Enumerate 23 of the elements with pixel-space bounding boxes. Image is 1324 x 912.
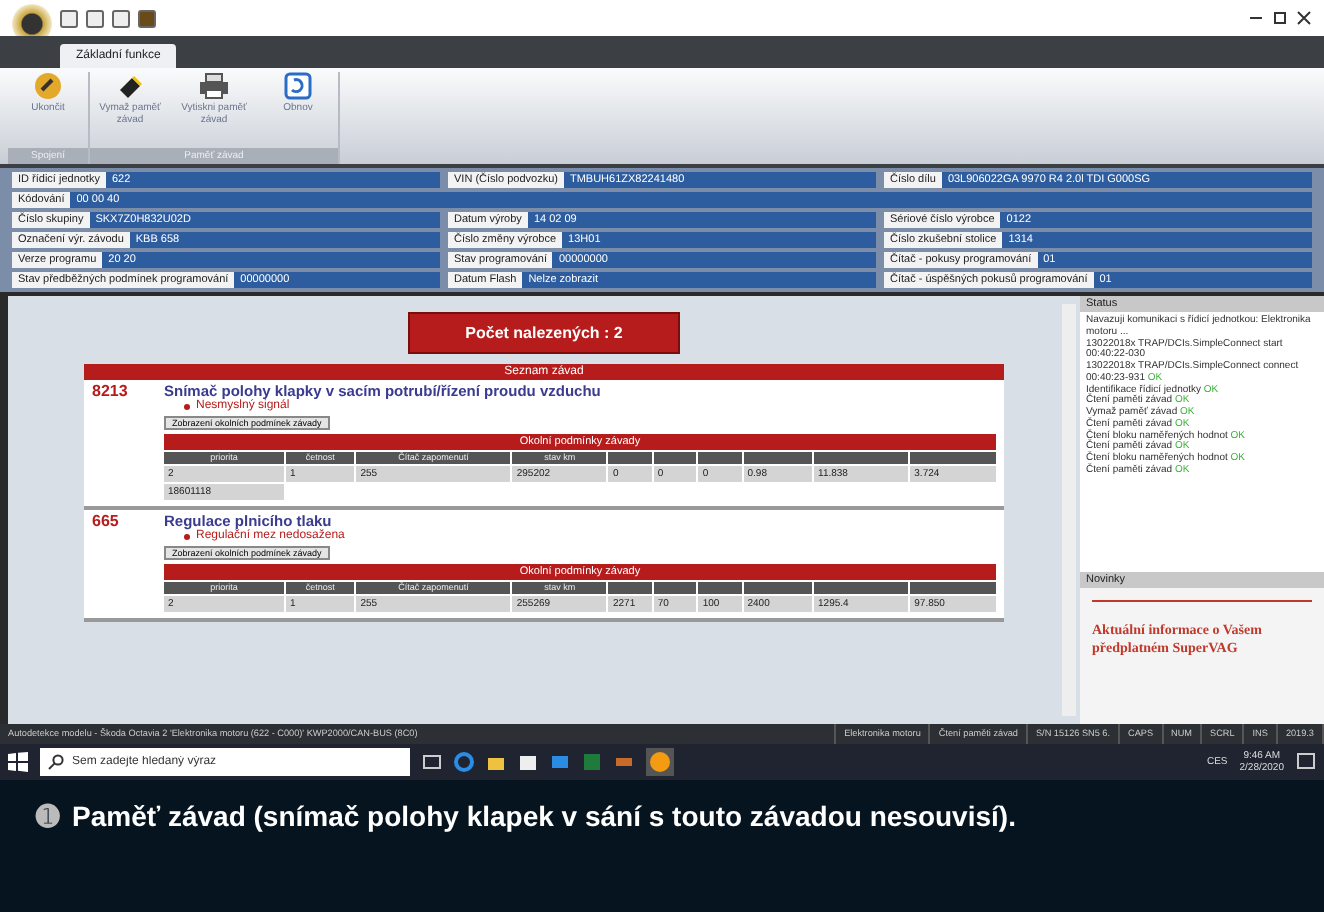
app-icon[interactable] — [646, 748, 674, 776]
fault-code: 8213 — [92, 382, 130, 404]
browser-icon[interactable] — [454, 752, 474, 772]
printer-icon — [198, 72, 230, 100]
eraser-icon — [116, 72, 144, 100]
bullet-icon — [184, 403, 190, 409]
close-icon[interactable] — [1296, 10, 1312, 26]
folder-icon[interactable] — [486, 752, 506, 772]
spreadsheet-icon[interactable] — [582, 752, 602, 772]
number-marker: ➊ — [36, 798, 60, 836]
chain-link-icon — [34, 72, 62, 100]
count-banner: Počet nalezených : 2 — [407, 312, 681, 354]
caption-text: Paměť závad (snímač polohy klapek v sání s touto závadou nesouvisí). — [72, 798, 1016, 836]
store-icon[interactable] — [518, 752, 538, 772]
windows-logo-icon[interactable] — [8, 752, 28, 772]
notification-icon[interactable] — [1296, 752, 1316, 772]
restore-icon[interactable] — [1272, 10, 1288, 26]
app-icon[interactable] — [614, 752, 634, 772]
refresh-icon — [284, 72, 312, 100]
mail-icon[interactable] — [550, 752, 570, 772]
fault-code: 665 — [92, 512, 121, 534]
task-view-icon[interactable] — [422, 752, 442, 772]
bullet-icon — [184, 533, 190, 539]
